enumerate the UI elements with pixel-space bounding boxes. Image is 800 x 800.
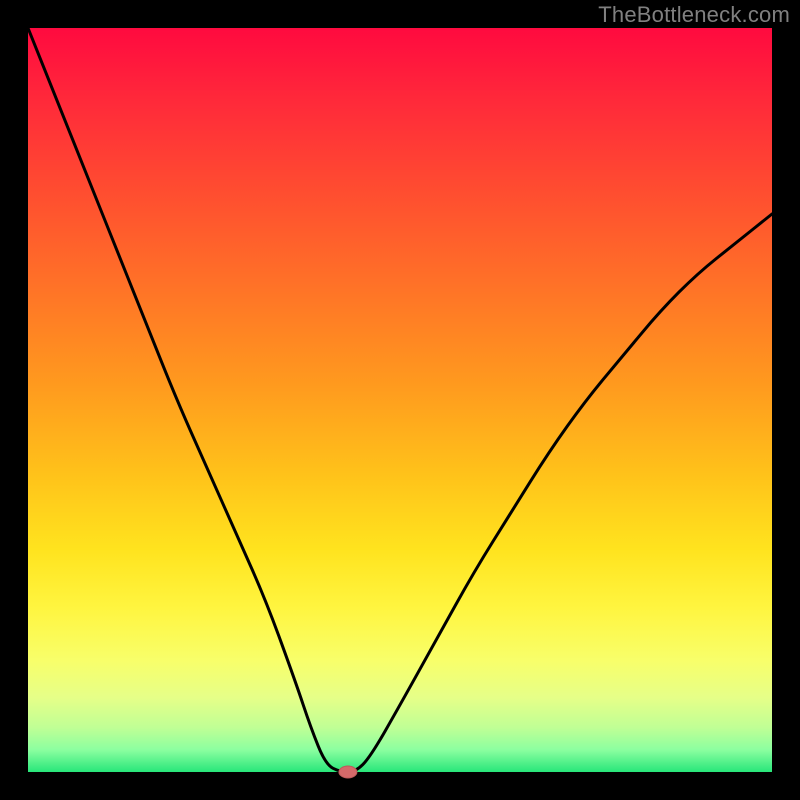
chart-frame: { "watermark": "TheBottleneck.com", "col…	[0, 0, 800, 800]
watermark-text: TheBottleneck.com	[598, 2, 790, 28]
bottleneck-chart	[0, 0, 800, 800]
optimal-point-marker	[339, 766, 357, 778]
gradient-background	[28, 28, 772, 772]
